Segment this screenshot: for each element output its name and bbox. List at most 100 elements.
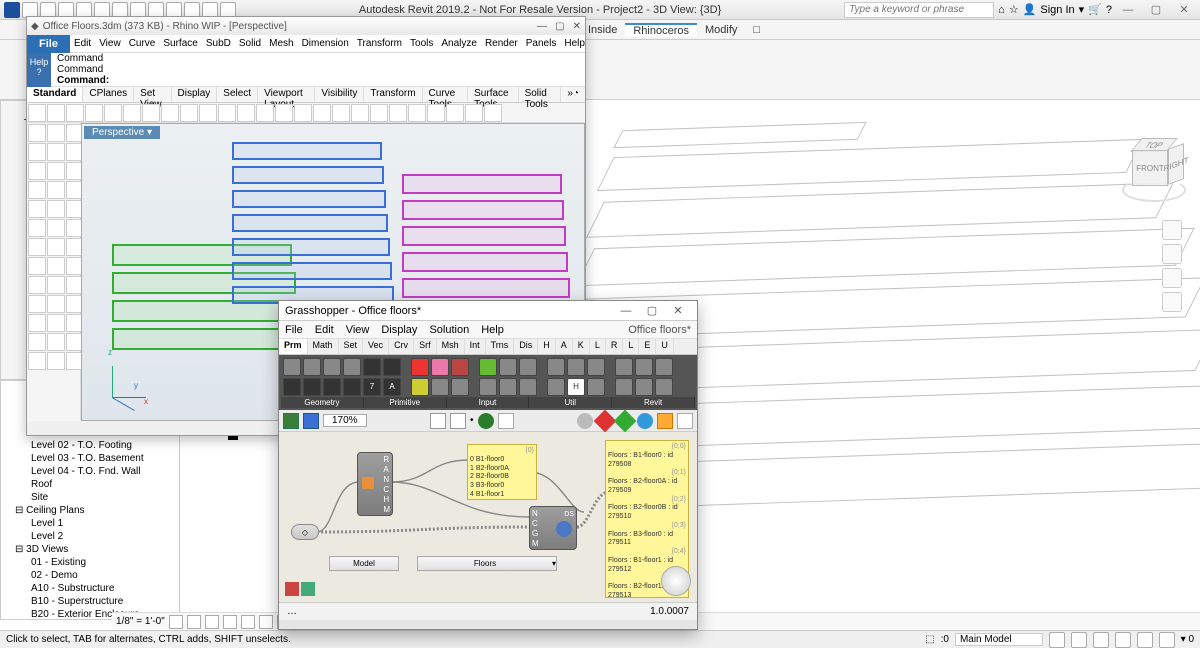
line-icon[interactable] [28, 143, 46, 161]
arc-icon[interactable] [28, 162, 46, 180]
exchange-icon[interactable]: ▾ [1079, 3, 1085, 16]
menu-dimension[interactable]: Dimension [302, 38, 349, 49]
gh-disable-icon[interactable] [577, 413, 593, 429]
gh-value-list-floors[interactable]: Floors ▾ [417, 556, 557, 571]
component-icon[interactable]: H [567, 378, 585, 396]
rhino-file-tab[interactable]: File [27, 35, 70, 53]
redo-icon[interactable] [180, 104, 198, 122]
tab-prm[interactable]: Prm [279, 339, 308, 354]
category-geometry[interactable]: Geometry [281, 397, 364, 408]
menu-transform[interactable]: Transform [357, 38, 402, 49]
visual-style-icon[interactable] [187, 615, 201, 629]
offset-icon[interactable] [28, 295, 46, 313]
paste-icon[interactable] [142, 104, 160, 122]
gh-save-icon[interactable] [303, 413, 319, 429]
rhino-maximize-button[interactable]: ▢ [555, 21, 564, 32]
solid-icon[interactable] [47, 200, 65, 218]
maximize-button[interactable]: ▢ [1144, 3, 1168, 16]
filter-icon[interactable] [1049, 632, 1065, 648]
list-item[interactable]: A10 - Substructure [1, 582, 179, 595]
list-item[interactable]: Site [1, 491, 179, 504]
tab-crv[interactable]: Crv [389, 339, 414, 354]
layers-icon[interactable] [313, 104, 331, 122]
tool-icon[interactable] [446, 104, 464, 122]
open-icon[interactable] [47, 104, 65, 122]
rect-icon[interactable] [47, 162, 65, 180]
zoom-icon[interactable] [237, 104, 255, 122]
tab-rhinoceros[interactable]: Rhinoceros [625, 23, 697, 37]
menu-panels[interactable]: Panels [526, 38, 557, 49]
gh-status-ellipsis[interactable]: … [287, 606, 297, 617]
tab-h[interactable]: H [538, 339, 556, 354]
component-icon[interactable] [615, 378, 633, 396]
browser-category[interactable]: ⊟ 3D Views [1, 543, 179, 556]
user-icon[interactable]: 👤 [1023, 3, 1037, 16]
grasshopper-window[interactable]: Grasshopper - Office floors* — ▢ ✕ File … [278, 300, 698, 630]
tab-select[interactable]: Select [217, 87, 258, 102]
tool-icon[interactable] [28, 333, 46, 351]
menu-edit[interactable]: Edit [74, 38, 91, 49]
component-icon[interactable] [587, 378, 605, 396]
model-selector[interactable]: Main Model [955, 633, 1043, 646]
component-icon[interactable] [363, 358, 381, 376]
gh-title-bar[interactable]: Grasshopper - Office floors* — ▢ ✕ [279, 301, 697, 321]
tool-icon[interactable] [427, 104, 445, 122]
category-input[interactable]: Input [447, 397, 530, 408]
select-links-icon[interactable] [1071, 632, 1087, 648]
component-icon[interactable] [343, 358, 361, 376]
menu-tools[interactable]: Tools [410, 38, 433, 49]
gh-zoom-extents-icon[interactable] [430, 413, 446, 429]
menu-view[interactable]: View [99, 38, 121, 49]
tab-surface-tools[interactable]: Surface Tools [468, 87, 518, 102]
shade-icon[interactable] [275, 104, 293, 122]
category-util[interactable]: Util [529, 397, 612, 408]
gh-settings-icon[interactable] [677, 413, 693, 429]
help-icon[interactable] [370, 104, 388, 122]
tab-modify[interactable]: Modify [697, 24, 745, 36]
split-icon[interactable] [28, 276, 46, 294]
menu-help[interactable]: Help [481, 324, 504, 336]
select-pinned-icon[interactable] [1115, 632, 1131, 648]
tab-l[interactable]: L [590, 339, 606, 354]
close-button[interactable]: ✕ [1172, 3, 1196, 16]
component-icon[interactable] [411, 378, 429, 396]
properties-icon[interactable] [332, 104, 350, 122]
worksets-icon[interactable]: ⬚ [925, 634, 934, 645]
info-center-icon[interactable]: ⌂ [998, 4, 1005, 16]
gh-value-list-model[interactable]: Model [329, 556, 399, 571]
tab-inside[interactable]: Inside [580, 24, 625, 36]
category-revit[interactable]: Revit [612, 397, 695, 408]
tab-set[interactable]: Set [339, 339, 364, 354]
detail-level-icon[interactable] [169, 615, 183, 629]
viewport-label[interactable]: Perspective ▾ [84, 126, 160, 139]
component-icon[interactable] [283, 358, 301, 376]
component-icon[interactable] [479, 378, 497, 396]
grasshopper-icon[interactable] [389, 104, 407, 122]
rhino-minimize-button[interactable]: — [537, 21, 547, 32]
sign-in-button[interactable]: Sign In [1040, 4, 1074, 16]
gh-selected-only-icon[interactable] [637, 413, 653, 429]
curve-icon[interactable] [28, 181, 46, 199]
tabs-overflow-icon[interactable]: »◔ [561, 87, 585, 102]
orbit-icon[interactable] [1162, 292, 1182, 312]
rhino-help-panel-tab[interactable]: Help? [27, 53, 51, 87]
gh-maximize-button[interactable]: ▢ [639, 304, 665, 317]
save-icon[interactable] [66, 104, 84, 122]
editable-only-icon[interactable]: :0 [941, 634, 949, 645]
steering-wheel-icon[interactable] [1162, 220, 1182, 240]
component-icon[interactable] [615, 358, 633, 376]
component-icon[interactable] [323, 378, 341, 396]
menu-curve[interactable]: Curve [129, 38, 156, 49]
component-icon[interactable] [431, 358, 449, 376]
rendering-icon[interactable] [241, 615, 255, 629]
boolean-icon[interactable] [47, 295, 65, 313]
component-icon[interactable] [635, 378, 653, 396]
select-face-icon[interactable] [1137, 632, 1153, 648]
menu-render[interactable]: Render [485, 38, 518, 49]
component-icon[interactable] [343, 378, 361, 396]
gh-component-directshape[interactable]: NCGM DS [529, 506, 577, 550]
gh-minimize-button[interactable]: — [613, 305, 639, 317]
component-icon[interactable] [519, 378, 537, 396]
comm-icon[interactable]: ☆ [1009, 3, 1019, 16]
category-primitive[interactable]: Primitive [364, 397, 447, 408]
